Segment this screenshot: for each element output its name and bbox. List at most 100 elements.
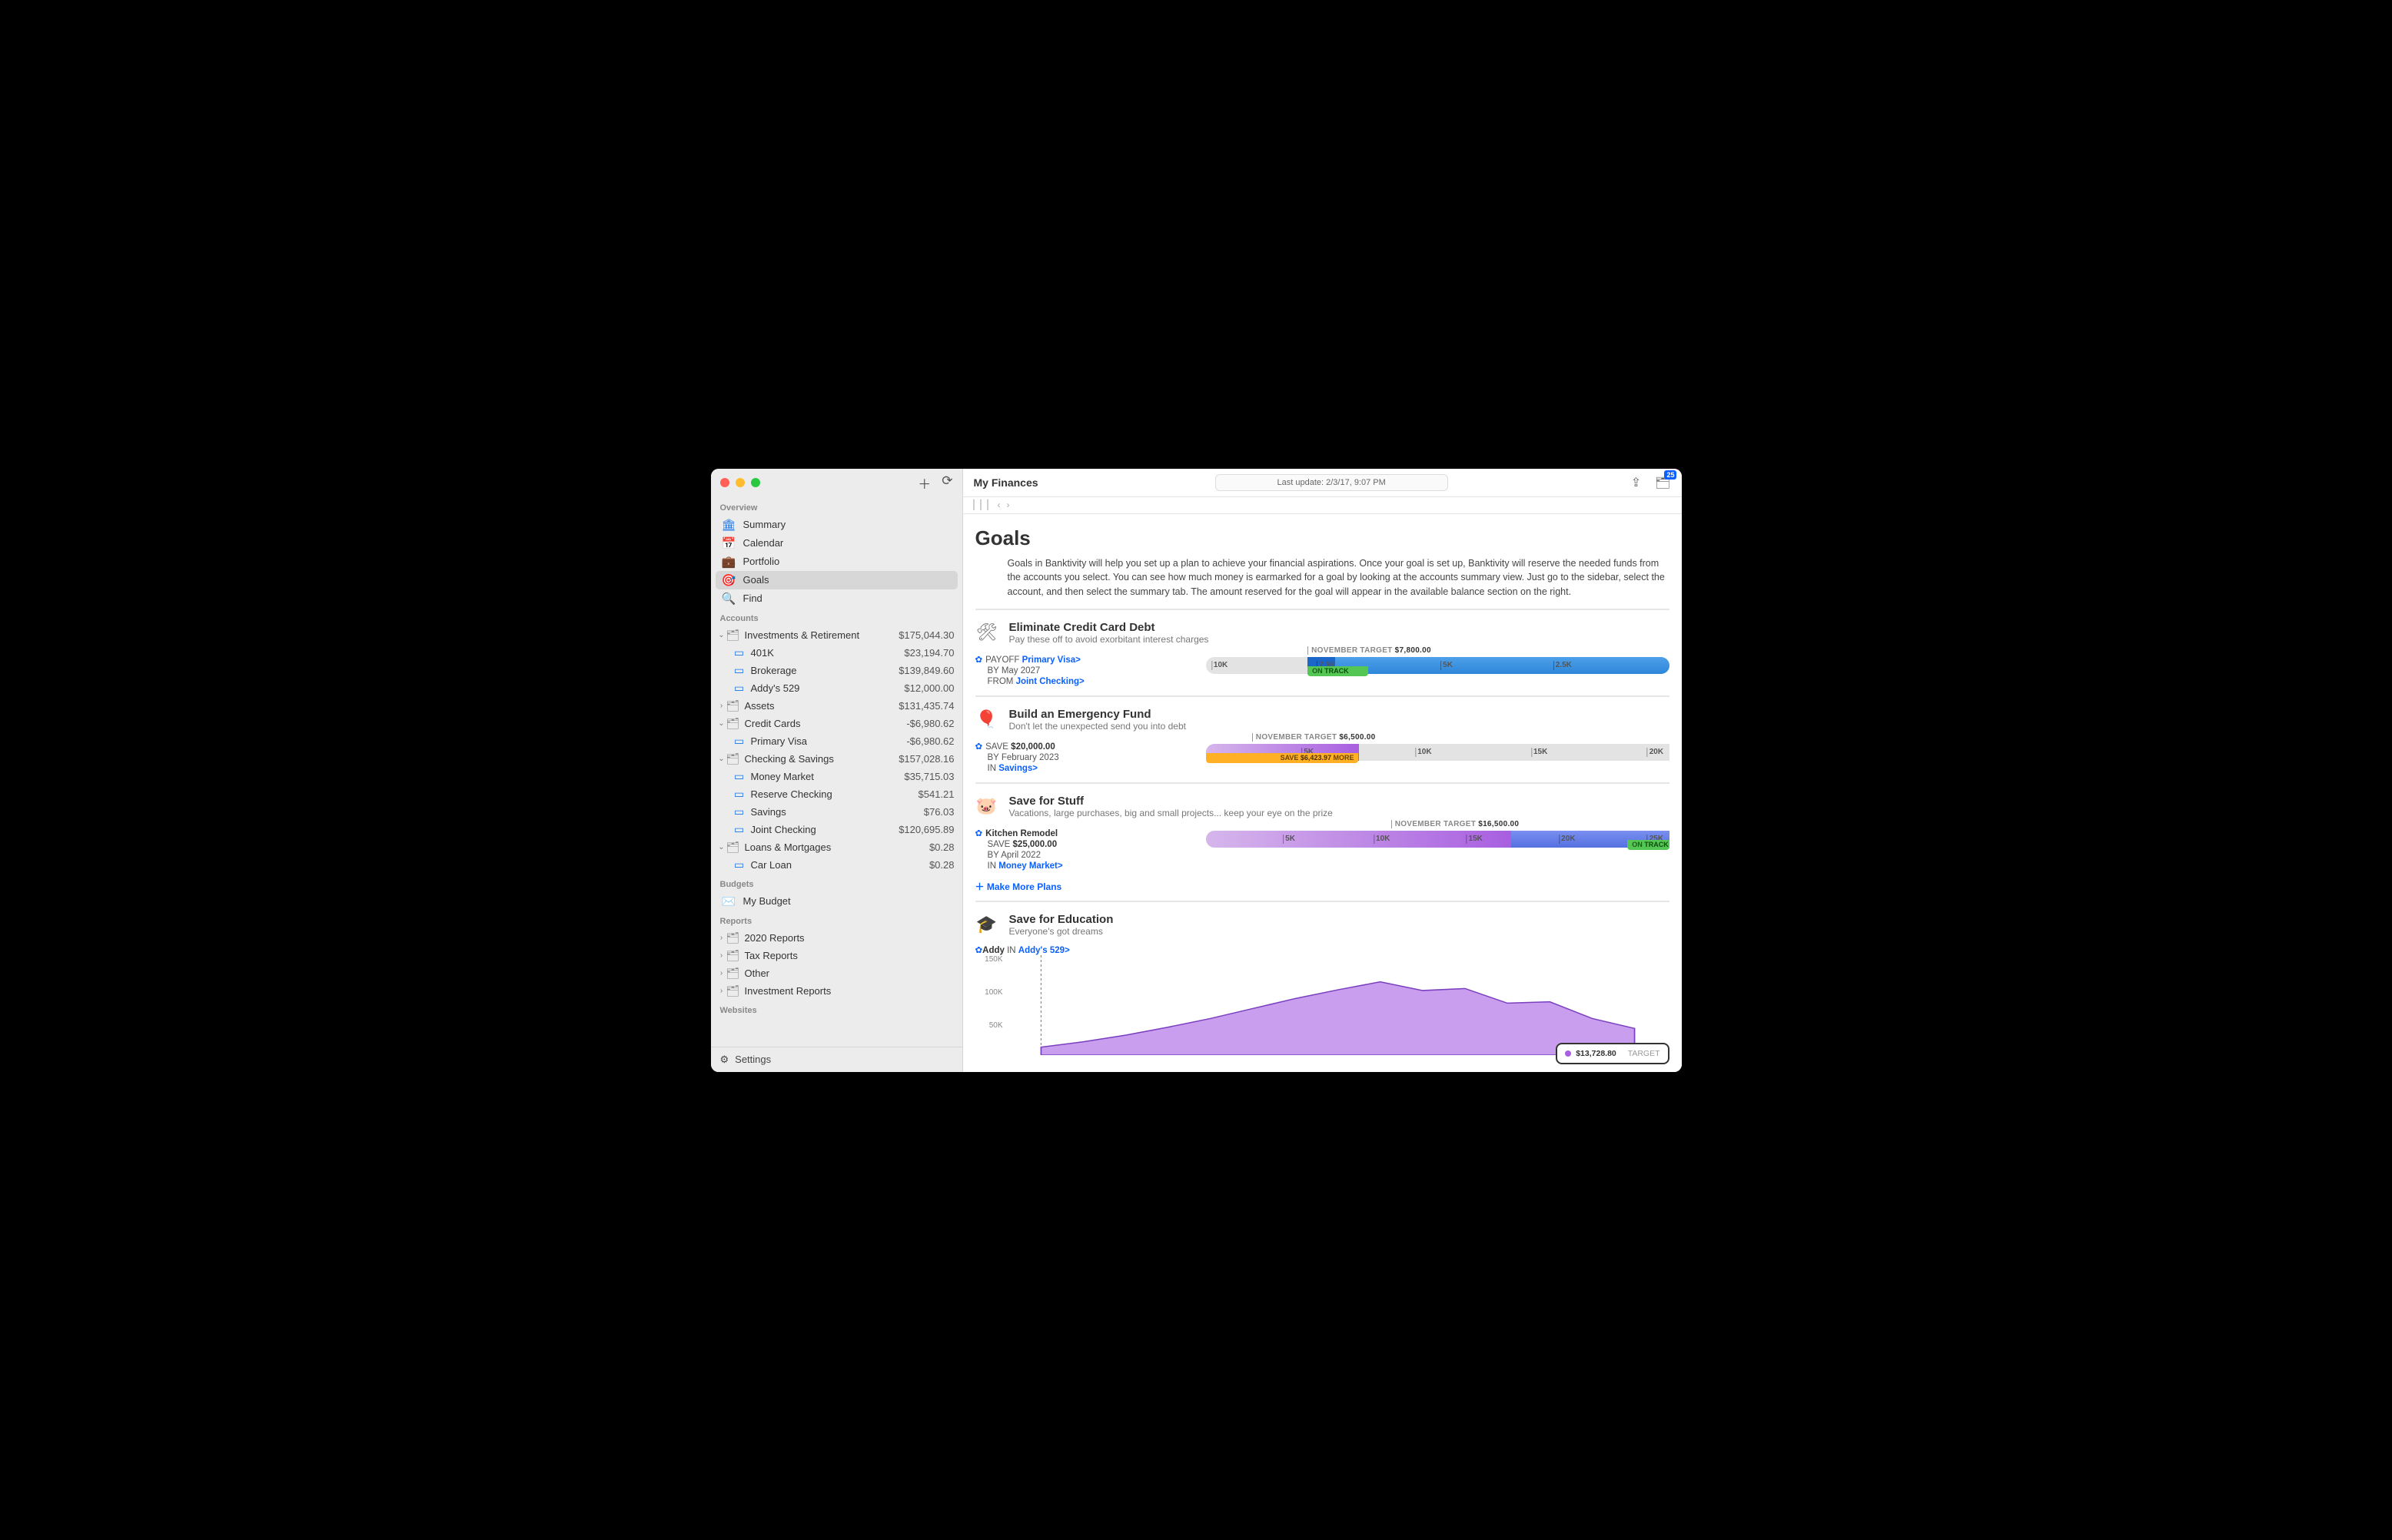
add-icon[interactable]: ＋ <box>918 473 931 493</box>
disclosure-icon[interactable]: › <box>717 934 726 942</box>
accounts-header: Accounts <box>711 608 962 626</box>
account-item[interactable]: ▭Savings$76.03 <box>711 803 962 821</box>
settings-button[interactable]: ⚙ Settings <box>711 1047 962 1072</box>
account-group[interactable]: ›🗂Assets$131,435.74 <box>711 697 962 715</box>
goal-meta: ✿PAYOFF Primary Visa>BY May 2027FROM Joi… <box>975 652 1191 688</box>
account-group[interactable]: ⌄🗂Loans & Mortgages$0.28 <box>711 838 962 856</box>
goals-intro: Goals in Banktivity will help you set up… <box>1008 556 1669 599</box>
gear-icon[interactable]: ✿ <box>975 655 983 665</box>
make-more-plans-link[interactable]: ＋ Make More Plans <box>975 880 1062 893</box>
account-group[interactable]: ⌄🗂Credit Cards-$6,980.62 <box>711 715 962 732</box>
gear-icon[interactable]: ✿ <box>975 946 983 955</box>
account-icon: ▭ <box>733 664 746 677</box>
account-icon: ▭ <box>733 646 746 659</box>
account-item[interactable]: ▭Reserve Checking$541.21 <box>711 785 962 803</box>
gear-icon: ⚙ <box>720 1054 729 1066</box>
goal-subtitle: Vacations, large purchases, big and smal… <box>1009 808 1333 818</box>
account-item[interactable]: ▭401K$23,194.70 <box>711 644 962 662</box>
goal-icon: 🎓 <box>975 913 998 936</box>
zoom-icon[interactable] <box>751 478 760 487</box>
gear-icon[interactable]: ✿ <box>975 742 983 752</box>
topbar: My Finances Last update: 2/3/17, 9:07 PM… <box>963 469 1682 497</box>
account-item[interactable]: ▭Joint Checking$120,695.89 <box>711 821 962 838</box>
account-group[interactable]: ⌄🗂Investments & Retirement$175,044.30 <box>711 626 962 644</box>
goal-subtitle: Don't let the unexpected send you into d… <box>1009 721 1186 732</box>
goal-title: Save for Education <box>1009 913 1114 926</box>
disclosure-icon[interactable]: › <box>717 702 726 710</box>
account-group[interactable]: ⌄🗂Checking & Savings$157,028.16 <box>711 750 962 768</box>
progress-bar: NOVEMBER TARGET $16,500.00 5K10K15K20K25… <box>1206 821 1669 872</box>
folder-icon: 🗂 <box>726 984 740 997</box>
refresh-icon[interactable]: ⟳ <box>942 473 952 493</box>
account-link[interactable]: Savings> <box>998 764 1038 773</box>
progress-bar: NOVEMBER TARGET $6,500.00 5K10K15K20K SA… <box>1206 735 1669 775</box>
chart-legend: $13,728.80 TARGET <box>1556 1043 1669 1064</box>
goal-block: 🎈 Build an Emergency Fund Don't let the … <box>975 695 1669 782</box>
account-item[interactable]: ▭Addy's 529$12,000.00 <box>711 679 962 697</box>
nav-back-icon[interactable]: ‹ <box>998 500 1001 510</box>
goal-title: Build an Emergency Fund <box>1009 708 1186 721</box>
goal-subtitle: Pay these off to avoid exorbitant intere… <box>1009 634 1209 645</box>
disclosure-icon[interactable]: ⌄ <box>717 719 726 728</box>
close-icon[interactable] <box>720 478 729 487</box>
sidebar-item-summary[interactable]: 🏛Summary <box>711 516 962 534</box>
disclosure-icon[interactable]: ⌄ <box>717 755 726 763</box>
account-item[interactable]: ▭Car Loan$0.28 <box>711 856 962 874</box>
goal-title: Eliminate Credit Card Debt <box>1009 621 1209 634</box>
last-update-pill[interactable]: Last update: 2/3/17, 9:07 PM <box>1215 474 1448 491</box>
target-label: NOVEMBER TARGET $16,500.00 <box>1391 820 1527 828</box>
target-label: NOVEMBER TARGET $7,800.00 <box>1307 646 1439 655</box>
sidebar-item-goals[interactable]: 🎯Goals <box>716 571 958 589</box>
report-folder[interactable]: ›🗂Investment Reports <box>711 982 962 1000</box>
app-window: ＋ ⟳ Overview 🏛Summary 📅Calendar 💼Portfol… <box>711 469 1682 1072</box>
titlebar: ＋ ⟳ <box>711 469 962 497</box>
progress-bar: NOVEMBER TARGET $7,800.00 10K7.5K5K2.5K … <box>1206 648 1669 688</box>
goals-heading: Goals <box>975 526 1669 550</box>
target-icon: 🎯 <box>722 573 736 587</box>
goal-icon: 🎈 <box>975 708 998 731</box>
disclosure-icon[interactable]: › <box>717 969 726 977</box>
account-item[interactable]: ▭Money Market$35,715.03 <box>711 768 962 785</box>
disclosure-icon[interactable]: ⌄ <box>717 843 726 851</box>
account-icon: ▭ <box>733 823 746 836</box>
nav-fwd-icon[interactable]: › <box>1007 500 1010 510</box>
envelope-icon: ✉️ <box>722 894 736 908</box>
disclosure-icon[interactable]: ⌄ <box>717 631 726 639</box>
account-link[interactable]: Money Market> <box>998 861 1062 871</box>
account-item[interactable]: ▭Primary Visa-$6,980.62 <box>711 732 962 750</box>
report-folder[interactable]: ›🗂Other <box>711 964 962 982</box>
goal-meta: ✿SAVE $20,000.00BY February 2023IN Savin… <box>975 739 1191 775</box>
status-badge: ON TRACK <box>1307 666 1367 676</box>
share-icon[interactable]: ⇪ <box>1631 475 1641 490</box>
folder-icon: 🗂 <box>726 949 740 962</box>
sidebar-item-calendar[interactable]: 📅Calendar <box>711 534 962 553</box>
folder-icon: 🗂 <box>726 841 740 854</box>
goal-block: 🛠 Eliminate Credit Card Debt Pay these o… <box>975 609 1669 695</box>
folder-icon: 🗂 <box>726 699 740 712</box>
badge-count: 25 <box>1664 470 1676 480</box>
account-link[interactable]: Primary Visa> <box>1022 655 1081 665</box>
account-icon: ▭ <box>733 735 746 748</box>
disclosure-icon[interactable]: › <box>717 951 726 960</box>
page-title: My Finances <box>974 476 1038 489</box>
calendar-icon: 📅 <box>722 536 736 550</box>
sidebar-toggle-icon[interactable]: ⎪⎪⎪ <box>971 500 992 510</box>
breadcrumb-bar: ⎪⎪⎪ ‹ › <box>963 497 1682 514</box>
folder-icon: 🗂 <box>726 717 740 730</box>
report-folder[interactable]: ›🗂2020 Reports <box>711 929 962 947</box>
report-folder[interactable]: ›🗂Tax Reports <box>711 947 962 964</box>
inbox-icon[interactable]: 🗂25 <box>1655 475 1670 490</box>
sidebar-item-mybudget[interactable]: ✉️My Budget <box>711 892 962 911</box>
goal-subtitle: Everyone's got dreams <box>1009 926 1114 937</box>
status-badge: SAVE $6,423.97 MORE <box>1206 753 1359 763</box>
disclosure-icon[interactable]: › <box>717 987 726 995</box>
account-link[interactable]: Addy's 529> <box>1018 946 1070 955</box>
folder-icon: 🗂 <box>726 967 740 980</box>
account-link[interactable]: Joint Checking> <box>1016 677 1085 686</box>
gear-icon[interactable]: ✿ <box>975 829 983 838</box>
goal-title: Save for Stuff <box>1009 795 1333 808</box>
sidebar-item-portfolio[interactable]: 💼Portfolio <box>711 553 962 571</box>
minimize-icon[interactable] <box>736 478 745 487</box>
sidebar-item-find[interactable]: 🔍Find <box>711 589 962 608</box>
account-item[interactable]: ▭Brokerage$139,849.60 <box>711 662 962 679</box>
